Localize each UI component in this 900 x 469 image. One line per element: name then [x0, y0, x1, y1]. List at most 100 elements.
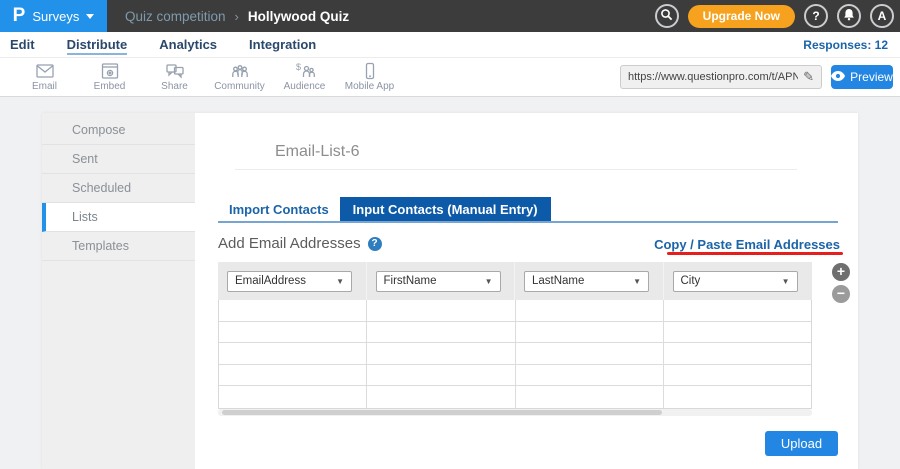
table-cell[interactable]: [664, 300, 811, 321]
contacts-table: EmailAddress ▼ FirstName ▼ LastName ▼ Ci…: [218, 262, 812, 409]
add-email-addresses-heading: Add Email Addresses ?: [218, 235, 382, 252]
surveys-menu-button[interactable]: P Surveys: [0, 0, 107, 32]
table-cell[interactable]: [367, 300, 515, 321]
table-row: [219, 322, 811, 344]
table-cell[interactable]: [516, 365, 664, 386]
preview-button[interactable]: Preview: [831, 65, 893, 89]
embed-window-icon: [100, 61, 120, 80]
svg-text:$: $: [296, 62, 301, 72]
column-header-cell: FirstName ▼: [367, 262, 516, 300]
column-select-city[interactable]: City ▼: [673, 271, 798, 292]
survey-url-field[interactable]: https://www.questionpro.com/t/APNrFZ ✎: [620, 65, 822, 89]
tabs-underline: [218, 221, 838, 223]
sidebar-item-scheduled[interactable]: Scheduled: [42, 174, 195, 203]
chevron-down-icon: [86, 14, 94, 19]
table-cell[interactable]: [664, 365, 811, 386]
table-cell[interactable]: [367, 386, 515, 408]
tab-input-contacts-manual-entry[interactable]: Input Contacts (Manual Entry): [340, 197, 551, 221]
table-cell[interactable]: [516, 386, 664, 408]
column-select-email-address[interactable]: EmailAddress ▼: [227, 271, 352, 292]
sidebar-item-sent[interactable]: Sent: [42, 145, 195, 174]
tab-edit[interactable]: Edit: [10, 35, 35, 55]
email-sidebar: Compose Sent Scheduled Lists Templates: [42, 113, 195, 469]
add-row-button[interactable]: +: [832, 263, 850, 281]
toolbar-item-label: Email: [32, 81, 57, 92]
table-cell[interactable]: [664, 343, 811, 364]
toolbar-item-mobile-app[interactable]: Mobile App: [337, 61, 402, 92]
column-select-last-name[interactable]: LastName ▼: [524, 271, 649, 292]
upgrade-now-button[interactable]: Upgrade Now: [688, 5, 795, 28]
surveys-label: Surveys: [32, 9, 79, 24]
tab-integration[interactable]: Integration: [249, 35, 316, 55]
sidebar-item-lists[interactable]: Lists: [42, 203, 195, 232]
table-cell[interactable]: [219, 300, 367, 321]
table-cell[interactable]: [219, 343, 367, 364]
table-cell[interactable]: [664, 386, 811, 408]
toolbar-item-email[interactable]: Email: [12, 61, 77, 92]
column-header-cell: LastName ▼: [515, 262, 664, 300]
survey-nav-tabs: Edit Distribute Analytics Integration: [10, 32, 316, 57]
table-cell[interactable]: [219, 386, 367, 408]
help-button[interactable]: ?: [804, 4, 828, 28]
caret-down-icon: ▼: [485, 277, 493, 286]
table-cell[interactable]: [516, 343, 664, 364]
annotation-red-underline: [667, 252, 843, 255]
remove-row-button[interactable]: −: [832, 285, 850, 303]
toolbar-item-audience[interactable]: $ Audience: [272, 61, 337, 92]
toolbar-item-label: Mobile App: [345, 81, 394, 92]
search-button[interactable]: [655, 4, 679, 28]
responses-count[interactable]: Responses: 12: [803, 38, 888, 52]
top-header: P Surveys Quiz competition › Hollywood Q…: [0, 0, 900, 32]
help-icon[interactable]: ?: [368, 237, 382, 251]
caret-down-icon: ▼: [633, 277, 641, 286]
breadcrumb-separator: ›: [235, 9, 239, 24]
email-lists-card: Compose Sent Scheduled Lists Templates E…: [42, 113, 858, 469]
sidebar-item-compose[interactable]: Compose: [42, 116, 195, 145]
column-select-value: FirstName: [384, 275, 437, 287]
horizontal-scrollbar[interactable]: [218, 409, 812, 416]
column-select-value: LastName: [532, 275, 584, 287]
tab-import-contacts[interactable]: Import Contacts: [218, 197, 340, 221]
breadcrumb: Quiz competition › Hollywood Quiz: [125, 0, 349, 32]
people-group-icon: [230, 61, 250, 80]
distribute-toolbar: Email Embed Share Community $ Audience: [0, 57, 900, 97]
contacts-table-header: EmailAddress ▼ FirstName ▼ LastName ▼ Ci…: [218, 262, 812, 300]
edit-url-pencil-icon[interactable]: ✎: [803, 69, 814, 85]
table-cell[interactable]: [367, 322, 515, 343]
caret-down-icon: ▼: [782, 277, 790, 286]
toolbar-item-embed[interactable]: Embed: [77, 61, 142, 92]
search-icon: [660, 8, 673, 24]
preview-button-label: Preview: [850, 70, 893, 84]
title-divider: [235, 169, 797, 170]
dollar-people-icon: $: [294, 61, 316, 80]
table-cell[interactable]: [516, 300, 664, 321]
table-cell[interactable]: [367, 365, 515, 386]
copy-paste-email-addresses-link[interactable]: Copy / Paste Email Addresses: [654, 237, 840, 252]
table-cell[interactable]: [219, 322, 367, 343]
toolbar-item-label: Embed: [94, 81, 126, 92]
column-select-value: EmailAddress: [235, 275, 306, 287]
table-cell[interactable]: [367, 343, 515, 364]
toolbar-item-label: Community: [214, 81, 265, 92]
user-avatar[interactable]: A: [870, 4, 894, 28]
tab-distribute[interactable]: Distribute: [67, 35, 128, 55]
table-row: [219, 365, 811, 387]
add-email-addresses-label: Add Email Addresses: [218, 235, 361, 252]
toolbar-item-share[interactable]: Share: [142, 61, 207, 92]
column-select-first-name[interactable]: FirstName ▼: [376, 271, 501, 292]
scrollbar-thumb[interactable]: [222, 410, 662, 415]
breadcrumb-survey-name[interactable]: Quiz competition: [125, 9, 226, 24]
table-cell[interactable]: [516, 322, 664, 343]
toolbar-item-community[interactable]: Community: [207, 61, 272, 92]
table-row: [219, 343, 811, 365]
breadcrumb-page-name: Hollywood Quiz: [248, 9, 349, 24]
tab-analytics[interactable]: Analytics: [159, 35, 217, 55]
column-header-cell: EmailAddress ▼: [218, 262, 367, 300]
caret-down-icon: ▼: [336, 277, 344, 286]
table-cell[interactable]: [664, 322, 811, 343]
notifications-button[interactable]: [837, 4, 861, 28]
column-header-cell: City ▼: [664, 262, 813, 300]
sidebar-item-templates[interactable]: Templates: [42, 232, 195, 261]
upload-button[interactable]: Upload: [765, 431, 838, 456]
table-cell[interactable]: [219, 365, 367, 386]
